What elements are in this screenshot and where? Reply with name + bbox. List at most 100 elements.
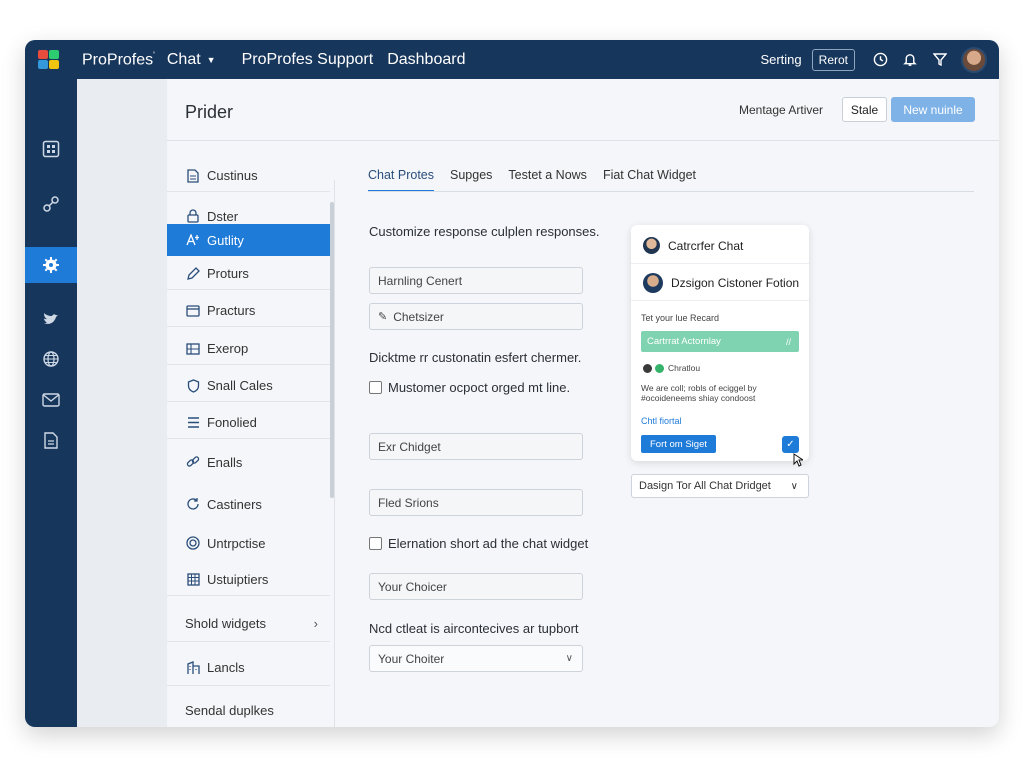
field-value: Fled Srions xyxy=(378,495,439,510)
nav-dashboard[interactable]: Dashboard xyxy=(387,51,465,69)
text-field[interactable]: Exr Chidget xyxy=(369,433,583,460)
preview-checkbox[interactable]: ✓ xyxy=(782,436,799,453)
design-select[interactable]: Dasign Tor All Chat Dridget ∨ xyxy=(631,474,809,498)
rail-document-icon[interactable] xyxy=(25,422,77,458)
menu-item[interactable]: Fonolied xyxy=(167,407,330,439)
brand-text: ProProfes xyxy=(82,51,154,69)
checkbox-row[interactable]: Mustomer ocpoct orged mt line. xyxy=(369,380,570,395)
app-window: ProProfes' Chat ▼ ProProfes Support Dash… xyxy=(25,40,999,727)
tab-chat-protes[interactable]: Chat Protes xyxy=(368,168,435,192)
product-label: Chat xyxy=(166,50,201,68)
checkbox-label: Mustomer ocpoct orged mt line. xyxy=(388,380,571,395)
reset-button[interactable]: Rerot xyxy=(811,48,855,71)
rail-mail-icon[interactable] xyxy=(25,382,77,418)
rail-bird-icon[interactable] xyxy=(25,301,77,337)
nav-support[interactable]: ProProfes Support xyxy=(242,51,374,69)
highlight-text: Cartrrat Actornlay xyxy=(647,336,721,347)
clock-icon[interactable] xyxy=(871,51,889,69)
field-value: Harnling Cenert xyxy=(378,273,463,288)
target-icon xyxy=(185,535,201,551)
text-field[interactable]: ✎ Chetsizer xyxy=(369,303,583,330)
new-button[interactable]: New nuinle xyxy=(891,97,975,122)
refresh-icon xyxy=(185,496,201,512)
menu-item-label: Exerop xyxy=(207,341,249,356)
edit-icon: // xyxy=(785,336,791,347)
agent-avatar xyxy=(643,237,660,254)
preview-action-button[interactable]: Fort om Siget xyxy=(641,435,716,453)
link-icon xyxy=(185,454,201,470)
chevron-right-icon: › xyxy=(313,616,318,631)
checkbox[interactable] xyxy=(369,381,382,394)
menu-item[interactable]: Untrpctise xyxy=(167,527,330,559)
menu-item[interactable]: Practurs xyxy=(167,295,330,327)
menu-item[interactable]: Lancls xyxy=(167,650,330,686)
menu-item-expandable[interactable]: Shold widgets › xyxy=(167,606,330,642)
menu-item-label: Custinus xyxy=(207,168,258,183)
menu-item[interactable]: Castiners xyxy=(167,488,330,520)
preview-link[interactable]: Chtl fiortal xyxy=(641,416,682,426)
menu-item-label: Shold widgets xyxy=(185,616,266,631)
field-value: Chetsizer xyxy=(393,309,444,324)
menu-item[interactable]: Snall Cales xyxy=(167,370,330,402)
tab-testet-a-nows[interactable]: Testet a Nows xyxy=(508,168,587,192)
settings-menu: Custinus Dster Gutlity Proturs Practurs … xyxy=(167,150,330,727)
preview-title-row: Dzsigon Cistoner Fotion xyxy=(643,273,799,293)
checkbox-row[interactable]: Elernation short ad the chat widget xyxy=(369,536,588,551)
menu-item[interactable]: Proturs xyxy=(167,258,330,290)
user-avatar[interactable] xyxy=(961,46,987,73)
logo-icon xyxy=(38,49,62,70)
tab-supges[interactable]: Supges xyxy=(450,168,492,192)
state-button[interactable]: Stale xyxy=(842,97,887,122)
preview-subtitle: Tet your lue Recard xyxy=(641,313,720,323)
text-field[interactable]: Fled Srions xyxy=(369,489,583,516)
bell-icon[interactable] xyxy=(901,51,919,69)
chevron-down-icon: ∨ xyxy=(790,480,798,492)
preview-header: Catrcrfer Chat xyxy=(643,237,743,254)
cursor-icon xyxy=(793,453,805,472)
product-switcher[interactable]: Chat ▼ xyxy=(167,51,216,69)
menu-item-label: Proturs xyxy=(207,266,249,281)
preview-highlight-bar[interactable]: Cartrrat Actornlay // xyxy=(641,331,799,352)
rail-globe-icon[interactable] xyxy=(25,341,77,377)
form-paragraph: Ncd ctleat is aircontecives ar tupbort xyxy=(369,621,579,636)
preview-title: Dzsigon Cistoner Fotion xyxy=(671,276,800,290)
rail-grid-icon[interactable] xyxy=(25,131,77,167)
field-value: Exr Chidget xyxy=(378,439,441,454)
select-value: Dasign Tor All Chat Dridget xyxy=(639,480,771,492)
menu-item-active[interactable]: Gutlity xyxy=(167,224,330,256)
shield-icon xyxy=(185,378,201,394)
rail-support-icon[interactable] xyxy=(25,718,77,727)
menu-item[interactable]: Exerop xyxy=(167,333,330,365)
field-value: Your Choicer xyxy=(378,579,447,594)
menu-item[interactable]: Enalls xyxy=(167,446,330,478)
brand-mark: ' xyxy=(153,49,155,60)
text-field[interactable]: Harnling Cenert xyxy=(369,267,583,294)
setting-link[interactable]: Serting xyxy=(760,52,801,67)
checkbox[interactable] xyxy=(369,537,382,550)
avatar-dot xyxy=(643,363,652,373)
preview-body: We are coll; robls of eciggel by #ocoide… xyxy=(641,383,757,403)
lock-icon xyxy=(185,208,201,224)
tab-chat-widget[interactable]: Fiat Chat Widget xyxy=(603,168,696,192)
rail-settings-icon[interactable] xyxy=(25,247,83,283)
left-rail xyxy=(25,79,83,727)
table-icon xyxy=(185,572,201,588)
lines-icon xyxy=(185,415,201,431)
text-field[interactable]: Your Choicer xyxy=(369,573,583,600)
preview-divider xyxy=(631,300,809,301)
pencil-icon: ✎ xyxy=(378,311,388,323)
menu-item-label: Lancls xyxy=(207,660,245,675)
menu-item[interactable]: Sendal duplkes xyxy=(167,694,330,726)
brand-name: ProProfes' xyxy=(82,50,155,69)
building-icon xyxy=(185,660,201,676)
menu-scrollbar[interactable] xyxy=(330,202,334,498)
menu-item-label: Snall Cales xyxy=(207,378,273,393)
preview-status: Chratlou xyxy=(643,363,700,373)
filter-icon[interactable] xyxy=(931,51,949,69)
manage-archive-link[interactable]: Mentage Artiver xyxy=(739,103,823,117)
menu-item[interactable]: Ustuiptiers xyxy=(167,564,330,596)
checkbox-label: Elernation short ad the chat widget xyxy=(388,536,589,551)
rail-link-icon[interactable] xyxy=(25,186,77,222)
select-field[interactable]: Your Choiter ∨ xyxy=(369,645,583,672)
menu-item[interactable]: Custinus xyxy=(167,160,330,192)
